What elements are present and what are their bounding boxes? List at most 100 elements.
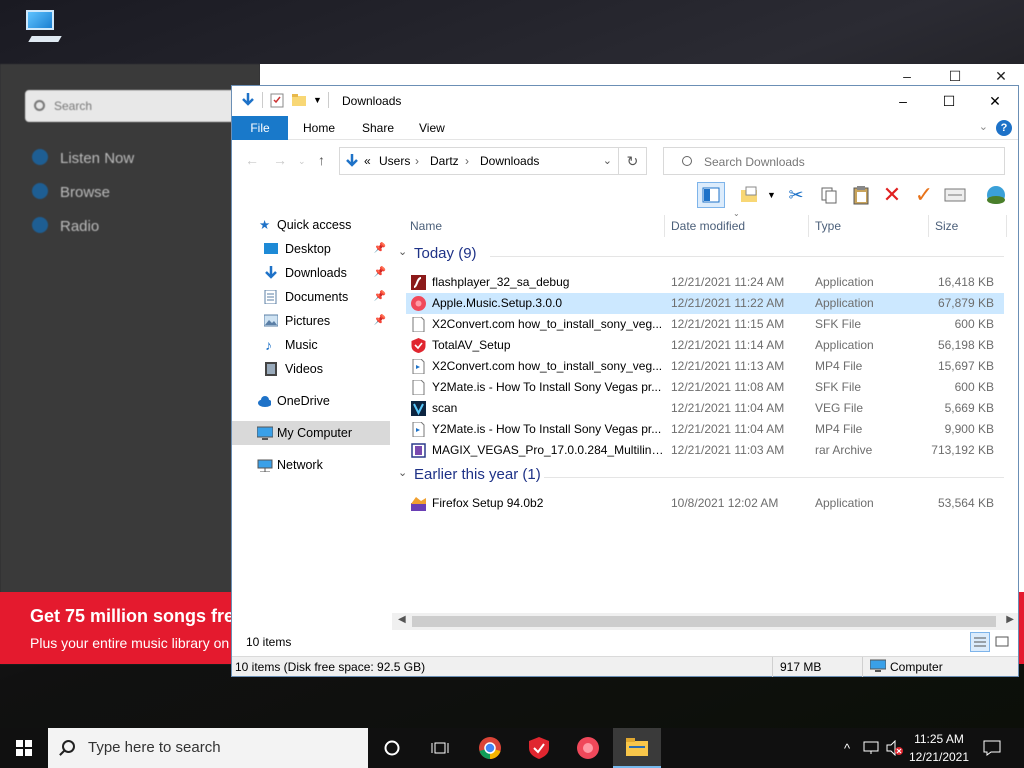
delete-icon[interactable]: ✕ <box>878 182 906 208</box>
file-row[interactable]: Y2Mate.is - How To Install Sony Vegas pr… <box>406 377 1004 398</box>
music-search-input[interactable]: Search <box>25 90 245 122</box>
column-divider[interactable] <box>1006 215 1007 237</box>
cut-icon[interactable]: ✂ <box>782 182 810 208</box>
desktop-icon-my-computer[interactable] <box>8 8 72 44</box>
nav-my-computer[interactable]: My Computer <box>232 421 390 445</box>
properties-icon[interactable] <box>941 182 969 208</box>
breadcrumb-dartz[interactable]: Dartz <box>430 154 459 168</box>
scroll-left-icon[interactable]: ◀ <box>398 614 406 625</box>
nav-downloads[interactable]: Downloads 📌 <box>232 261 390 285</box>
nav-desktop[interactable]: Desktop 📌 <box>232 237 390 261</box>
column-divider[interactable] <box>928 215 929 237</box>
taskbar-search-input[interactable]: Type here to search <box>48 728 368 768</box>
tab-view[interactable]: View <box>419 116 445 140</box>
music-promo-banner[interactable]: Get 75 million songs free Plus your enti… <box>0 592 260 664</box>
address-bar[interactable]: « Users › Dartz › Downloads ⌄ <box>339 147 619 175</box>
large-icons-view-icon[interactable] <box>992 632 1012 652</box>
help-icon[interactable]: ? <box>996 120 1012 136</box>
taskbar-file-explorer[interactable] <box>613 728 661 768</box>
globe-icon[interactable] <box>982 182 1010 208</box>
breadcrumb-users[interactable]: Users <box>379 154 410 168</box>
breadcrumb-downloads[interactable]: Downloads <box>480 154 539 168</box>
column-divider[interactable] <box>808 215 809 237</box>
music-nav-browse[interactable]: Browse <box>32 183 110 201</box>
nav-network[interactable]: Network <box>232 453 390 477</box>
nav-music[interactable]: ♪ Music <box>232 333 390 357</box>
file-row[interactable]: X2Convert.com how_to_install_sony_veg...… <box>406 314 1004 335</box>
layout-folder-icon[interactable] <box>736 182 764 208</box>
expand-ribbon-icon[interactable]: ⌄ <box>979 120 988 133</box>
horizontal-scrollbar[interactable]: ◀ ▶ <box>392 613 1018 630</box>
divider <box>862 657 863 677</box>
nav-videos[interactable]: Videos <box>232 357 390 381</box>
taskbar-apple-music[interactable] <box>564 728 612 768</box>
scrollbar-thumb[interactable] <box>412 616 996 627</box>
pin-icon[interactable]: 📌 <box>374 237 386 261</box>
windows-start-button[interactable] <box>0 728 48 768</box>
chevron-down-icon[interactable]: ▼ <box>767 190 776 200</box>
item-count-area: 10 items <box>232 632 1018 652</box>
back-arrow-icon[interactable]: ← <box>245 152 259 168</box>
chevron-down-icon[interactable]: ⌄ <box>603 154 612 167</box>
tab-share[interactable]: Share <box>362 116 394 140</box>
new-folder-icon[interactable] <box>291 92 307 108</box>
cortana-circle-icon <box>384 740 400 756</box>
paste-icon[interactable] <box>847 182 875 208</box>
task-view-button[interactable] <box>416 728 464 768</box>
search-input[interactable]: Search Downloads <box>663 147 1005 175</box>
forward-arrow-icon[interactable]: → <box>273 152 287 168</box>
up-arrow-icon[interactable]: ↑ <box>318 152 325 168</box>
nav-pictures[interactable]: Pictures 📌 <box>232 309 390 333</box>
nav-onedrive[interactable]: OneDrive <box>232 389 390 413</box>
navigation-pane: ★ Quick access Desktop 📌 Downloads 📌 Doc… <box>232 213 390 628</box>
music-nav-listen-now[interactable]: Listen Now <box>32 149 134 167</box>
file-row[interactable]: Firefox Setup 94.0b2 10/8/2021 12:02 AM … <box>406 493 1004 514</box>
tab-file[interactable]: File <box>232 116 288 140</box>
banner-title: Get 75 million songs free <box>30 606 245 626</box>
column-type[interactable]: Type <box>815 213 841 239</box>
file-row[interactable]: X2Convert.com how_to_install_sony_veg...… <box>406 356 1004 377</box>
group-header-earlier-this-year[interactable]: ⌄ Earlier this year (1) <box>398 466 1004 488</box>
show-hidden-icons-button[interactable]: ^ <box>838 728 856 768</box>
file-row[interactable]: MAGIX_VEGAS_Pro_17.0.0.284_Multilingual … <box>406 440 1004 461</box>
file-row[interactable]: TotalAV_Setup 12/21/2021 11:14 AM Applic… <box>406 335 1004 356</box>
customize-toolbar-icon[interactable]: ▼ <box>313 95 322 105</box>
nav-quick-access[interactable]: ★ Quick access <box>232 213 390 237</box>
group-divider <box>490 256 1004 257</box>
banner-subtitle: Plus your entire music library on all yo… <box>30 635 260 651</box>
taskbar-chrome[interactable] <box>466 728 514 768</box>
group-header-today[interactable]: ⌄ Today (9) <box>398 245 1004 267</box>
close-button[interactable]: ✕ <box>972 86 1018 116</box>
rename-check-icon[interactable]: ✓ <box>910 182 938 208</box>
properties-icon[interactable] <box>269 92 285 108</box>
pin-icon[interactable]: 📌 <box>374 309 386 333</box>
radio-icon <box>32 217 48 233</box>
column-divider[interactable] <box>664 215 665 237</box>
column-size[interactable]: Size <box>935 213 958 239</box>
breadcrumb-overflow[interactable]: « <box>364 154 371 168</box>
maximize-button[interactable]: ☐ <box>926 86 972 116</box>
file-row[interactable]: Apple.Music.Setup.3.0.0 12/21/2021 11:22… <box>406 293 1004 314</box>
scroll-right-icon[interactable]: ▶ <box>1006 614 1014 625</box>
taskbar-clock[interactable]: 11:25 AM 12/21/2021 <box>900 730 978 766</box>
file-row[interactable]: flashplayer_32_sa_debug 12/21/2021 11:24… <box>406 272 1004 293</box>
minimize-button[interactable]: – <box>880 86 926 116</box>
column-name[interactable]: Name <box>410 213 442 239</box>
nav-documents[interactable]: Documents 📌 <box>232 285 390 309</box>
pin-icon[interactable]: 📌 <box>374 285 386 309</box>
refresh-button[interactable]: ↻ <box>619 147 647 175</box>
file-row[interactable]: Y2Mate.is - How To Install Sony Vegas pr… <box>406 419 1004 440</box>
network-status-icon[interactable] <box>860 728 882 768</box>
cortana-button[interactable] <box>368 728 416 768</box>
music-nav-radio[interactable]: Radio <box>32 217 99 235</box>
preview-pane-icon[interactable] <box>697 182 725 208</box>
notification-icon[interactable] <box>980 728 1004 768</box>
recent-locations-icon[interactable]: ⌄ <box>298 156 306 167</box>
file-row[interactable]: scan 12/21/2021 11:04 AM VEG File 5,669 … <box>406 398 1004 419</box>
pin-icon[interactable]: 📌 <box>374 261 386 285</box>
tab-home[interactable]: Home <box>303 116 335 140</box>
taskbar-totalav[interactable] <box>515 728 563 768</box>
details-view-icon[interactable] <box>970 632 990 652</box>
flash-icon <box>411 275 426 290</box>
copy-icon[interactable] <box>815 182 843 208</box>
